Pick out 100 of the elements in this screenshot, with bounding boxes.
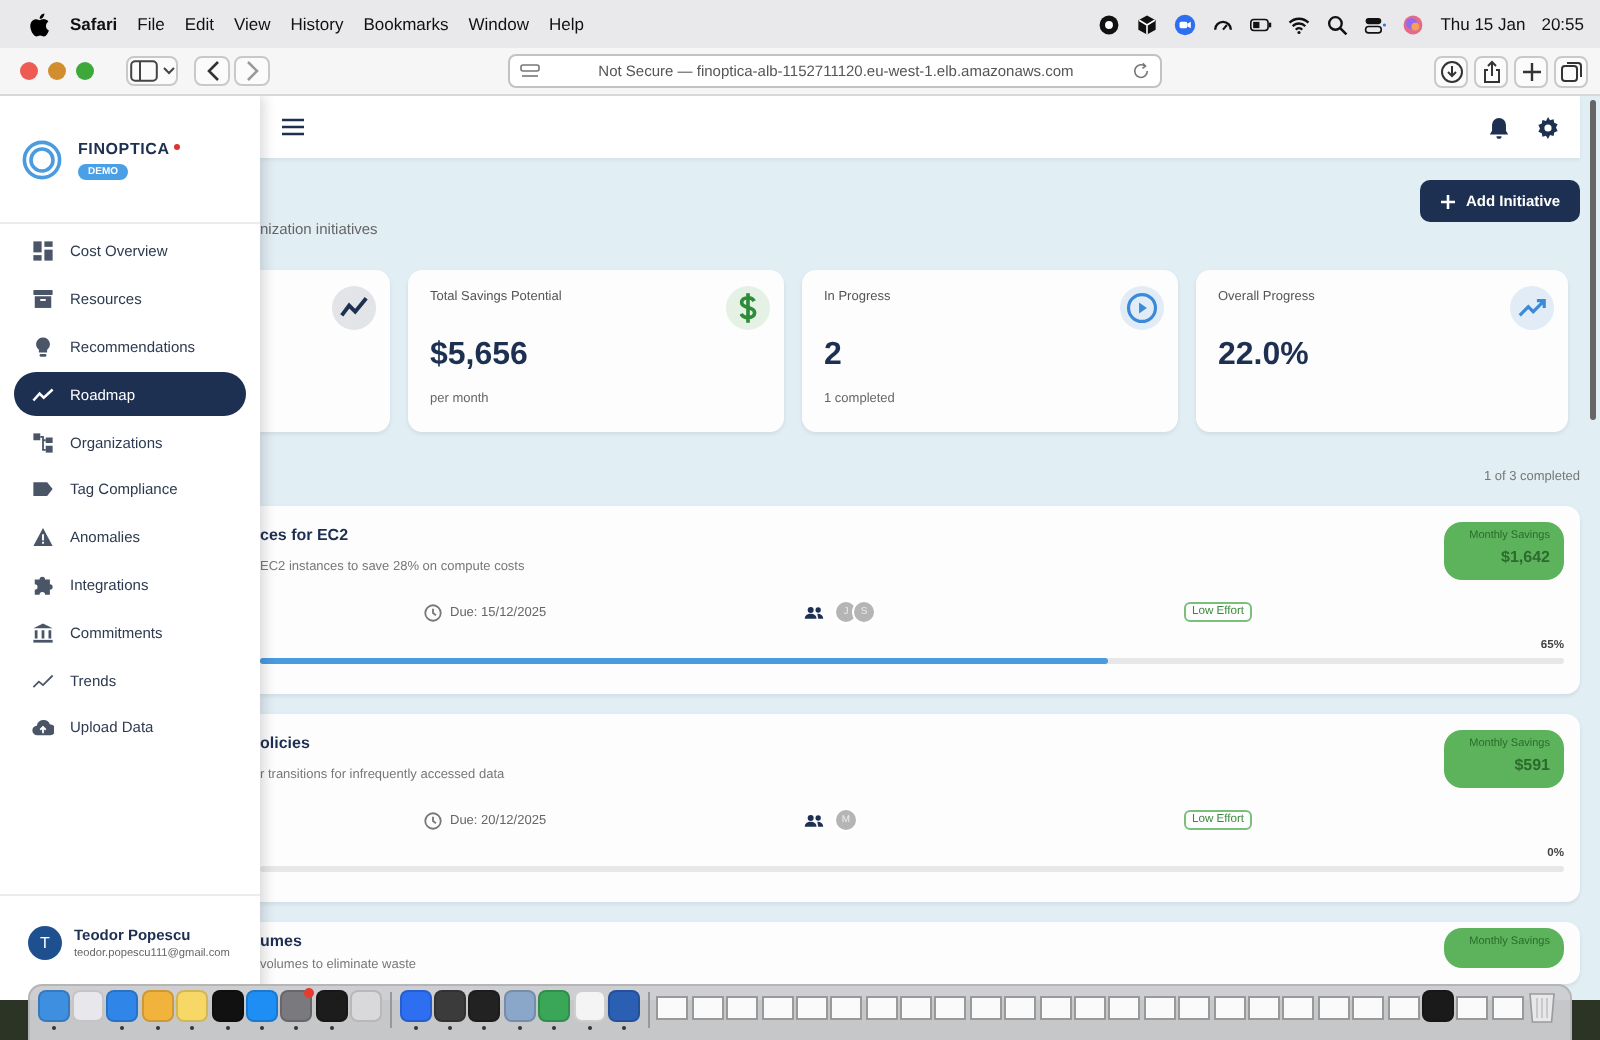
tag-icon: [32, 478, 54, 501]
window-thumbnail[interactable]: [1456, 996, 1489, 1020]
video-app-icon[interactable]: [1174, 13, 1197, 35]
trending-up-icon: [1510, 286, 1554, 330]
menu-bar-time[interactable]: 20:55: [1541, 14, 1584, 34]
wifi-icon[interactable]: [1288, 13, 1311, 35]
hierarchy-icon: [32, 431, 54, 454]
plus-icon: [1519, 59, 1543, 83]
sidebar-icon: [129, 60, 157, 82]
chevron-down-icon: [161, 66, 175, 76]
share-button[interactable]: [1474, 55, 1508, 87]
battery-icon[interactable]: [1250, 13, 1273, 35]
close-window-button[interactable]: [20, 62, 38, 80]
menu-item[interactable]: Help: [548, 14, 584, 34]
dock-item[interactable]: [314, 990, 350, 1030]
initiative-title: ces for EC2: [260, 526, 351, 544]
people-icon: [804, 813, 824, 827]
window-thumbnail[interactable]: [1213, 996, 1246, 1020]
menu-icon[interactable]: [282, 118, 304, 136]
window-thumbnail[interactable]: [1491, 996, 1524, 1020]
menu-item[interactable]: History: [290, 14, 344, 34]
clock-icon: [424, 603, 442, 621]
dock-item[interactable]: [432, 990, 468, 1030]
minimize-window-button[interactable]: [48, 62, 66, 80]
window-thumbnail[interactable]: [726, 996, 759, 1020]
window-thumbnail[interactable]: [969, 996, 1002, 1020]
play-circle-icon: [1120, 286, 1164, 330]
tab-overview-button[interactable]: [1554, 55, 1588, 87]
window-thumbnail[interactable]: [1074, 996, 1107, 1020]
zoom-window-button[interactable]: [76, 62, 94, 80]
chevron-right-icon: [245, 60, 259, 82]
control-center-icon[interactable]: [1364, 13, 1387, 35]
share-icon: [1479, 59, 1503, 83]
lightbulb-icon: [32, 335, 54, 358]
settings-icon[interactable]: [1536, 115, 1560, 139]
app-menu[interactable]: Safari: [70, 14, 118, 34]
dock-item[interactable]: [209, 990, 245, 1030]
stat-value: 2: [824, 338, 844, 374]
menu-item[interactable]: Bookmarks: [363, 14, 449, 34]
reload-icon[interactable]: [1132, 62, 1150, 80]
savings-value: $1,642: [1501, 548, 1550, 566]
downloads-button[interactable]: [1434, 55, 1468, 87]
status-dot: [173, 143, 180, 149]
archive-box-icon: [32, 288, 54, 311]
cube-icon[interactable]: [1136, 13, 1159, 35]
window-thumbnail[interactable]: [865, 996, 898, 1020]
search-icon[interactable]: [1326, 13, 1349, 35]
plus-icon: [1439, 193, 1456, 209]
window-thumbnail[interactable]: [1247, 996, 1280, 1020]
app-icon[interactable]: [211, 990, 244, 1022]
sidebar-toggle-button[interactable]: [126, 56, 178, 86]
app-icon[interactable]: [1421, 990, 1454, 1022]
app-icon[interactable]: [468, 990, 501, 1022]
dollar-icon: [726, 286, 770, 330]
stat-value: $5,656: [430, 338, 530, 374]
record-icon[interactable]: [1098, 13, 1121, 35]
new-tab-button[interactable]: [1514, 55, 1548, 87]
window-thumbnail[interactable]: [1282, 996, 1315, 1020]
window-thumbnail[interactable]: [1317, 996, 1350, 1020]
page-menu-icon: [520, 63, 540, 79]
download-icon: [1439, 59, 1463, 83]
window-thumbnail[interactable]: [1178, 996, 1211, 1020]
menu-item[interactable]: View: [233, 14, 271, 34]
tabs-icon: [1559, 59, 1583, 83]
scrollbar[interactable]: [1590, 100, 1596, 420]
menu-item[interactable]: File: [137, 14, 165, 34]
back-button[interactable]: [194, 56, 230, 86]
menu-item[interactable]: Window: [468, 14, 529, 34]
clock-icon: [424, 811, 442, 829]
window-thumbnail[interactable]: [1352, 996, 1385, 1020]
window-thumbnail[interactable]: [1004, 996, 1037, 1020]
window-thumbnail[interactable]: [900, 996, 933, 1020]
people-icon: [804, 605, 824, 619]
window-thumbnail[interactable]: [1108, 996, 1141, 1020]
window-thumbnail[interactable]: [795, 996, 828, 1020]
window-thumbnail[interactable]: [656, 996, 689, 1020]
menu-item[interactable]: Edit: [184, 14, 214, 34]
initiative-title: umes: [260, 932, 304, 950]
window-thumbnail[interactable]: [1387, 996, 1420, 1020]
window-thumbnail[interactable]: [934, 996, 967, 1020]
bell-icon[interactable]: [1488, 115, 1510, 139]
siri-icon[interactable]: [1402, 13, 1425, 35]
trend-line-icon: [32, 383, 54, 406]
apple-icon[interactable]: [28, 11, 50, 37]
window-thumbnail[interactable]: [830, 996, 863, 1020]
app-icon[interactable]: [315, 990, 348, 1022]
window-thumbnail[interactable]: [1039, 996, 1072, 1020]
app-icon[interactable]: [433, 990, 466, 1022]
window-thumbnail[interactable]: [691, 996, 724, 1020]
dock-item[interactable]: [467, 990, 503, 1030]
line-chart-icon: [32, 669, 54, 692]
stat-value: 22.0%: [1218, 338, 1311, 374]
user-avatar[interactable]: T: [28, 925, 62, 959]
warning-icon: [32, 526, 54, 549]
menu-bar-date[interactable]: Thu 15 Jan: [1440, 14, 1526, 34]
trash-icon[interactable]: [1528, 990, 1557, 1024]
window-thumbnail[interactable]: [761, 996, 793, 1020]
bank-icon: [32, 621, 54, 644]
window-thumbnail[interactable]: [1143, 996, 1176, 1020]
brand-name: FINOPTICA: [78, 139, 170, 157]
